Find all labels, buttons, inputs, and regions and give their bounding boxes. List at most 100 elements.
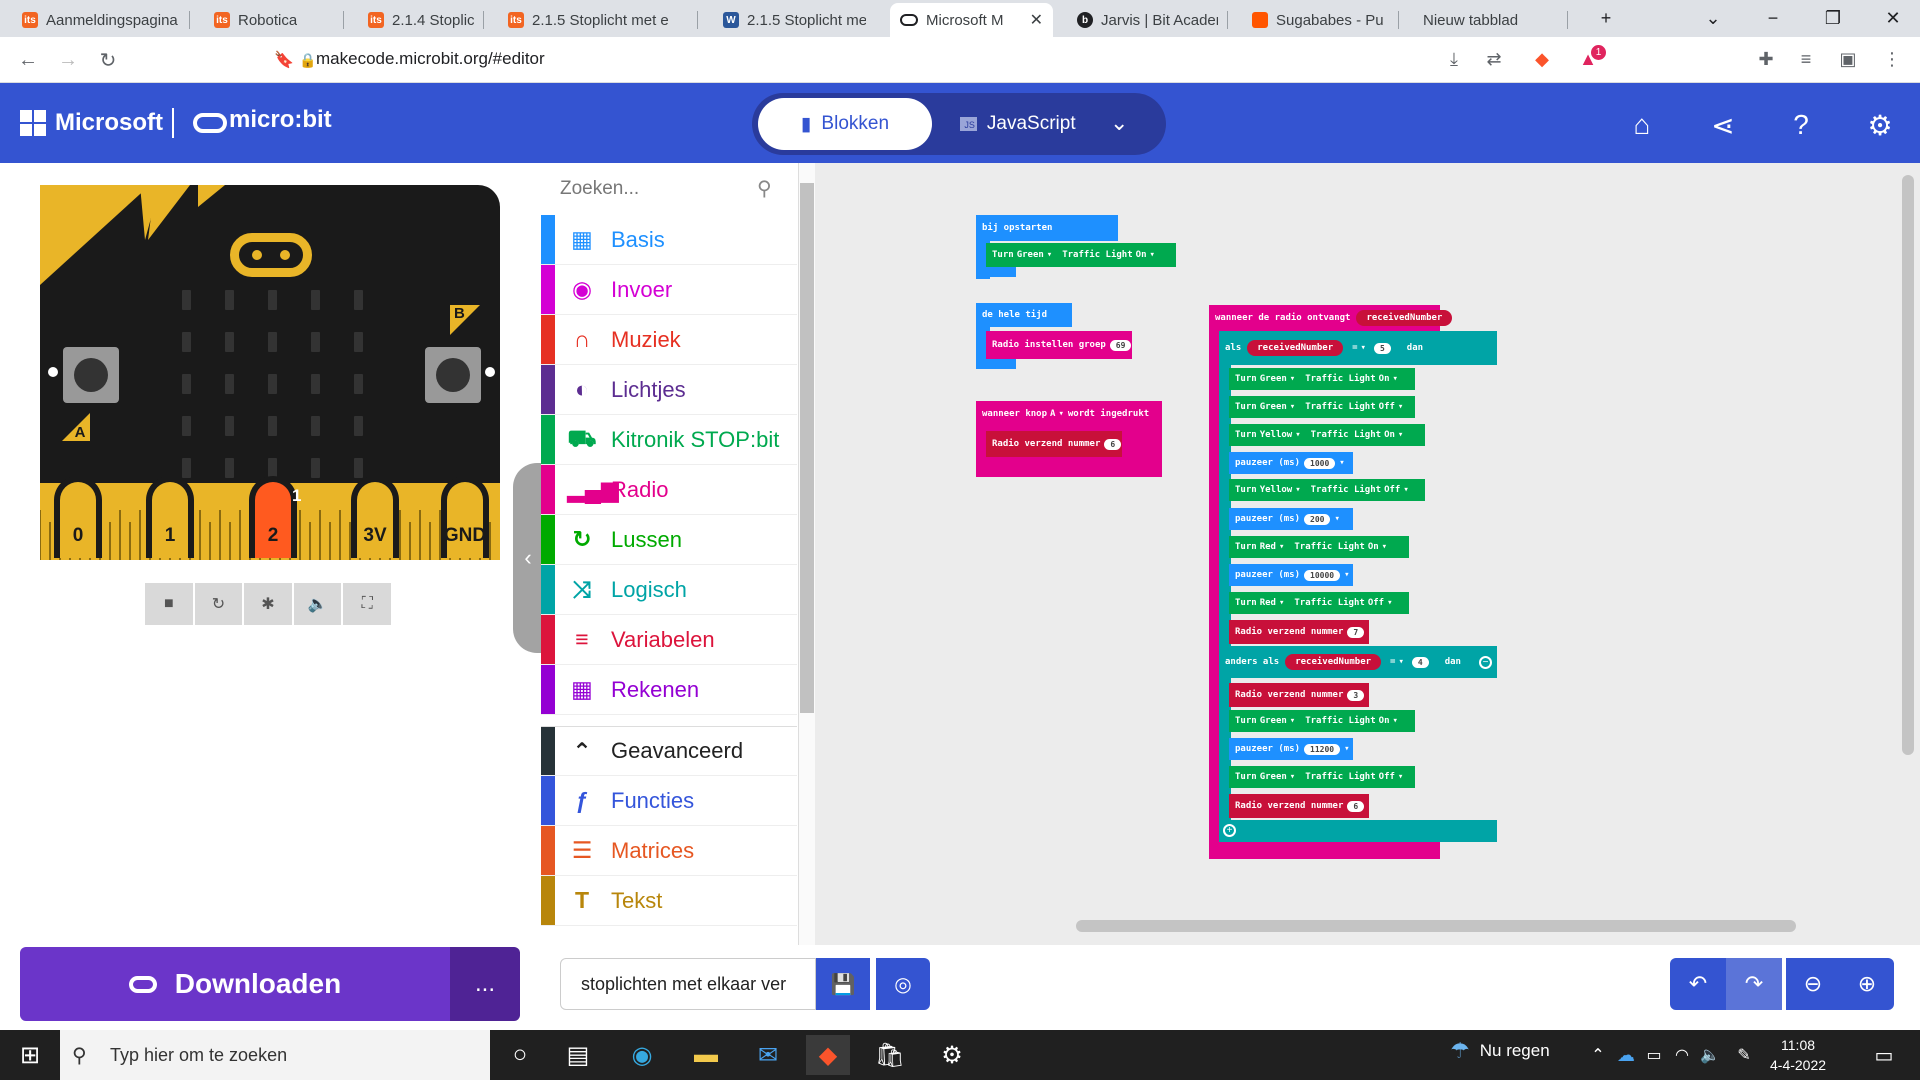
new-tab-button[interactable]: + bbox=[1583, 0, 1629, 37]
sound-icon[interactable]: 🔈 bbox=[293, 583, 342, 625]
wallet-icon[interactable]: ▣ bbox=[1836, 47, 1860, 71]
brave-taskbar-icon[interactable]: ◆ bbox=[806, 1035, 850, 1075]
turn-light-block[interactable]: Turn Green ▾ Traffic Light Off ▾ bbox=[1229, 396, 1415, 418]
on-radio-received-block[interactable]: wanneer de radio ontvangt receivedNumber bbox=[1209, 305, 1453, 331]
url-text[interactable]: makecode.microbit.org/#editor bbox=[316, 49, 545, 69]
tab-search-icon[interactable]: ⌄ bbox=[1690, 0, 1736, 37]
menu-icon[interactable]: ⋮ bbox=[1880, 47, 1904, 71]
browser-tab[interactable]: its 2.1.5 Stoplicht met e bbox=[498, 3, 698, 37]
maximize-button[interactable]: ❐ bbox=[1810, 0, 1856, 37]
category-functies[interactable]: ƒ Functies bbox=[541, 776, 797, 826]
value-pill[interactable]: 69 bbox=[1109, 339, 1132, 351]
browser-tab[interactable]: b Jarvis | Bit Academy bbox=[1067, 3, 1228, 37]
media-icon[interactable]: ≡ bbox=[1794, 47, 1818, 71]
back-icon[interactable]: ← bbox=[14, 46, 42, 74]
category-kitronik-stop-bit[interactable]: ⛟ Kitronik STOP:bit bbox=[541, 415, 797, 465]
category-variabelen[interactable]: ≡ Variabelen bbox=[541, 615, 797, 665]
turn-light-block[interactable]: Turn Yellow ▾ Traffic Light On ▾ bbox=[1229, 424, 1425, 446]
share-icon[interactable]: ⋖ bbox=[1706, 108, 1740, 142]
button-b[interactable] bbox=[425, 347, 481, 403]
radio-send-block[interactable]: Radio verzend nummer 6 bbox=[1229, 794, 1369, 818]
pause-block[interactable]: pauzeer (ms) 11200 ▾ bbox=[1229, 738, 1353, 760]
on-start-block[interactable]: bij opstarten bbox=[976, 215, 1118, 241]
project-name-input[interactable]: stoplichten met elkaar ver bbox=[560, 958, 816, 1010]
toolbox-scroll-thumb[interactable] bbox=[800, 183, 814, 713]
turn-light-block[interactable]: Turn Green ▾ Traffic Light On ▾ bbox=[986, 243, 1176, 267]
debug-icon[interactable]: ✱ bbox=[244, 583, 292, 625]
else-if-block[interactable]: anders als receivedNumber = ▾ 4 dan bbox=[1219, 646, 1497, 678]
notifications-icon[interactable]: ▭ bbox=[1862, 1035, 1906, 1075]
undo-button[interactable]: ↶ bbox=[1670, 958, 1726, 1010]
download-more-button[interactable]: ... bbox=[450, 947, 520, 1021]
weather-widget[interactable]: ☂ Nu regen bbox=[1450, 1038, 1550, 1064]
settings-taskbar-icon[interactable]: ⚙ bbox=[930, 1035, 974, 1075]
translate-icon[interactable]: ⇄ bbox=[1482, 47, 1506, 71]
windows-start-icon[interactable]: ⊞ bbox=[8, 1035, 52, 1075]
redo-button[interactable]: ↷ bbox=[1726, 958, 1782, 1010]
browser-tab[interactable]: Nieuw tabblad bbox=[1413, 3, 1568, 37]
brave-shield-icon[interactable]: ◆ bbox=[1530, 47, 1554, 71]
value-pill[interactable]: 5 bbox=[1373, 342, 1391, 354]
variable-pill[interactable]: receivedNumber bbox=[1356, 310, 1453, 326]
browser-tab[interactable]: Microsoft M ✕ bbox=[890, 3, 1053, 37]
radio-set-group-block[interactable]: Radio instellen groep 69 bbox=[986, 331, 1132, 359]
github-icon[interactable]: ◎ bbox=[876, 958, 930, 1010]
variable-pill[interactable]: receivedNumber bbox=[1247, 340, 1344, 356]
variable-pill[interactable]: receivedNumber bbox=[1285, 654, 1382, 670]
if-block[interactable]: als receivedNumber = ▾ 5 dan bbox=[1219, 331, 1497, 365]
settings-icon[interactable]: ⚙ bbox=[1863, 108, 1897, 142]
restart-icon[interactable]: ↻ bbox=[194, 583, 243, 625]
close-tab-icon[interactable]: ✕ bbox=[1024, 10, 1043, 30]
value-pill[interactable]: 11200 bbox=[1304, 743, 1341, 755]
category-basis[interactable]: ▦ Basis bbox=[541, 215, 797, 265]
category-lussen[interactable]: ↻ Lussen bbox=[541, 515, 797, 565]
stop-icon[interactable]: ■ bbox=[145, 583, 193, 625]
help-icon[interactable]: ? bbox=[1784, 108, 1818, 142]
zoom-in-button[interactable]: ⊕ bbox=[1840, 958, 1894, 1010]
category-radio[interactable]: ▂▄▆ Radio bbox=[541, 465, 797, 515]
reload-icon[interactable]: ↻ bbox=[94, 46, 122, 74]
forever-bottom[interactable] bbox=[976, 359, 1016, 369]
turn-light-block[interactable]: Turn Green ▾ Traffic Light Off ▾ bbox=[1229, 766, 1415, 788]
category-invoer[interactable]: ◉ Invoer bbox=[541, 265, 797, 315]
value-pill[interactable]: 6 bbox=[1104, 438, 1122, 450]
turn-light-block[interactable]: Turn Red ▾ Traffic Light Off ▾ bbox=[1229, 592, 1409, 614]
forward-icon[interactable]: → bbox=[54, 46, 82, 74]
on-button-block[interactable]: wanneer knop A ▾ wordt ingedrukt bbox=[976, 401, 1162, 427]
taskbar-search-input[interactable]: Typ hier om te zoeken bbox=[60, 1030, 490, 1080]
value-pill[interactable]: 3 bbox=[1347, 689, 1365, 701]
toolbox-search-input[interactable]: Zoeken... bbox=[560, 178, 639, 200]
task-view-icon[interactable]: ▤ bbox=[556, 1035, 600, 1075]
edge-icon[interactable]: ◉ bbox=[620, 1035, 664, 1075]
cortana-icon[interactable]: ○ bbox=[498, 1035, 542, 1075]
chevron-down-icon[interactable]: ⌄ bbox=[1110, 110, 1128, 136]
remove-branch-icon[interactable]: − bbox=[1479, 656, 1492, 669]
pause-block[interactable]: pauzeer (ms) 200 ▾ bbox=[1229, 508, 1353, 530]
value-pill[interactable]: 10000 bbox=[1304, 569, 1341, 581]
minimize-button[interactable]: − bbox=[1750, 0, 1796, 37]
store-icon[interactable]: 🛍 bbox=[868, 1035, 912, 1075]
product-name[interactable]: micro:bit bbox=[229, 106, 332, 134]
close-window-button[interactable]: ✕ bbox=[1870, 0, 1916, 37]
tab-javascript[interactable]: JS JavaScript bbox=[948, 98, 1088, 150]
category-logisch[interactable]: ⤨ Logisch bbox=[541, 565, 797, 615]
forever-block[interactable]: de hele tijd bbox=[976, 303, 1072, 327]
category-muziek[interactable]: ∩ Muziek bbox=[541, 315, 797, 365]
turn-light-block[interactable]: Turn Green ▾ Traffic Light On ▾ bbox=[1229, 710, 1415, 732]
home-icon[interactable]: ⌂ bbox=[1625, 108, 1659, 142]
if-bottom[interactable] bbox=[1219, 820, 1497, 842]
value-pill[interactable]: 6 bbox=[1347, 800, 1365, 812]
tab-blocks[interactable]: ▮ Blokken bbox=[758, 98, 932, 150]
category-matrices[interactable]: ☰ Matrices bbox=[541, 826, 797, 876]
button-a[interactable] bbox=[63, 347, 119, 403]
browser-tab[interactable]: its Robotica bbox=[204, 3, 344, 37]
pause-block[interactable]: pauzeer (ms) 10000 ▾ bbox=[1229, 564, 1353, 586]
search-icon[interactable]: ⚲ bbox=[757, 176, 772, 201]
category-lichtjes[interactable]: ◐ Lichtjes bbox=[541, 365, 797, 415]
mail-icon[interactable]: ✉ bbox=[746, 1035, 790, 1075]
turn-light-block[interactable]: Turn Green ▾ Traffic Light On ▾ bbox=[1229, 368, 1415, 390]
add-branch-icon[interactable]: + bbox=[1223, 824, 1236, 837]
system-clock[interactable]: 11:08 4-4-2022 bbox=[1770, 1035, 1826, 1075]
pause-block[interactable]: pauzeer (ms) 1000 ▾ bbox=[1229, 452, 1353, 474]
file-explorer-icon[interactable]: ▬ bbox=[684, 1035, 728, 1075]
